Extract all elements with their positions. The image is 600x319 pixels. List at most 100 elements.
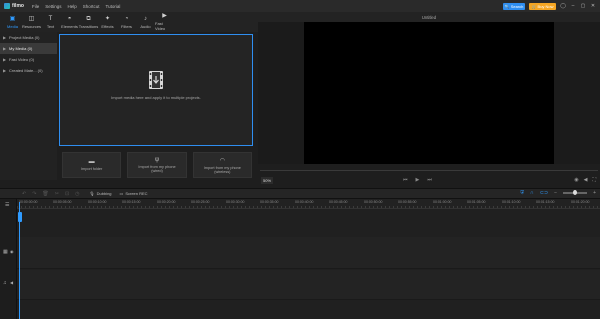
tab-resources[interactable]: ◫ Resources	[22, 12, 41, 32]
tree-item-project-media[interactable]: ▶ Project Media (0)	[0, 32, 57, 43]
menu-file[interactable]: File	[32, 4, 39, 9]
tab-label: Text	[46, 23, 55, 29]
tab-label: Resources	[21, 23, 42, 29]
tab-text[interactable]: T Text	[41, 12, 60, 32]
menu-help[interactable]: Help	[67, 4, 76, 9]
ruler-label: 00:00:45:00	[329, 200, 348, 204]
button-label: Import from my phone (wired)	[138, 165, 176, 173]
menu-settings[interactable]: Settings	[45, 4, 61, 9]
zoom-out-icon[interactable]: −	[554, 190, 557, 196]
speed-icon[interactable]: ◷	[75, 191, 79, 197]
previous-frame-icon[interactable]: ⏮	[403, 177, 408, 183]
user-icon[interactable]: ◯	[560, 3, 566, 9]
screen-rec-label: Screen REC	[125, 191, 148, 196]
expand-arrow-icon[interactable]: ▶	[3, 57, 7, 62]
record-icon: ▭	[119, 191, 124, 196]
preview-scrub-bar[interactable]	[260, 170, 598, 171]
effects-icon: ✦	[104, 15, 111, 22]
ruler-label: 00:01:00:00	[433, 200, 452, 204]
filters-icon: ◔	[124, 15, 129, 22]
search-button[interactable]: 🔍 Search	[503, 2, 525, 10]
edit-toolbar: ↶ ↷ 🗑 ✂ ⊡ ◷ 🎙 Dubbing ▭ Screen REC ⛨ ∩ ⊂⊃ …	[0, 188, 600, 199]
film-import-icon	[149, 70, 163, 89]
snapshot-icon[interactable]: ◉	[574, 177, 578, 183]
tab-elements[interactable]: ◓ Elements	[60, 12, 79, 32]
magnet-icon[interactable]: ∩	[530, 190, 534, 196]
app-logo: filmo	[4, 3, 24, 9]
ruler-label: 00:00:25:00	[191, 200, 210, 204]
next-frame-icon[interactable]: ⏭	[427, 177, 432, 183]
tab-effects[interactable]: ✦ Effects	[98, 12, 117, 32]
redo-icon[interactable]: ↷	[32, 191, 36, 197]
expand-arrow-icon[interactable]: ▶	[3, 35, 7, 40]
ruler-label: 00:00:10:00	[88, 200, 107, 204]
split-icon[interactable]: ✂	[55, 191, 59, 197]
playhead-handle[interactable]	[17, 212, 22, 222]
ruler-label: 00:01:05:00	[467, 200, 486, 204]
dubbing-label: Dubbing	[96, 191, 112, 196]
tree-item-my-media[interactable]: ▶ My Media (0)	[0, 43, 57, 54]
import-folder-button[interactable]: ▬ Import folder	[62, 152, 122, 178]
tree-item-created-material[interactable]: ▶ Created Mate... (0)	[0, 65, 57, 76]
ruler-label: 00:00:55:00	[398, 200, 417, 204]
ruler-label: 00:00:15:00	[122, 200, 141, 204]
fullscreen-icon[interactable]: ⛶	[592, 177, 596, 183]
video-track-icon: ▦	[3, 249, 8, 255]
tab-transitions[interactable]: ⧉ Transitions	[79, 12, 98, 32]
expand-arrow-icon[interactable]: ▶	[3, 46, 7, 51]
elements-icon: ◓	[67, 15, 72, 22]
buy-now-button[interactable]: 🛒 Buy Now	[529, 2, 556, 10]
tab-audio[interactable]: ♪ Audio	[136, 12, 155, 32]
import-drop-zone[interactable]: Import media here and apply it to multip…	[59, 34, 253, 146]
ruler-label: 00:01:15:00	[536, 200, 555, 204]
tree-item-fast-video[interactable]: ▶ Fast Video (0)	[0, 54, 57, 65]
link-icon[interactable]: ⊂⊃	[540, 190, 548, 196]
search-button-label: Search	[510, 3, 524, 9]
zoom-select[interactable]: 50%	[261, 177, 274, 184]
import-phone-wired-button[interactable]: ψ Import from my phone (wired)	[127, 152, 187, 178]
timeline: ☰ ▦ ◉ ♫ ◀ 00:00:00:00 00:00:05:00 00:00:…	[0, 199, 600, 319]
tab-media[interactable]: ▣ Media	[3, 12, 22, 32]
media-icon: ▣	[9, 15, 16, 22]
tab-fast-video[interactable]: ▶ Fast Video	[155, 12, 174, 32]
maximize-icon[interactable]: ▢	[580, 3, 586, 9]
tab-label: Effects	[101, 23, 114, 29]
speaker-icon[interactable]: ◀	[10, 280, 13, 285]
button-label: Import from my phone (wireless)	[203, 165, 241, 174]
video-track[interactable]	[17, 237, 600, 269]
tree-item-label: Created Mate... (0)	[9, 68, 43, 73]
folder-icon: ▬	[88, 159, 95, 165]
eye-icon[interactable]: ◉	[10, 249, 14, 254]
edit-tools: ↶ ↷ 🗑 ✂ ⊡ ◷	[22, 191, 80, 197]
minimize-icon[interactable]: –	[570, 3, 576, 9]
audio-track[interactable]	[17, 270, 600, 300]
menu-shortcut[interactable]: Shortcut	[83, 4, 100, 9]
ruler-label: 00:00:50:00	[364, 200, 383, 204]
shield-icon[interactable]: ⛨	[520, 190, 524, 196]
media-tree: ▶ Project Media (0) ▶ My Media (0) ▶ Fast V…	[0, 32, 57, 180]
zoom-in-icon[interactable]: +	[593, 190, 596, 196]
screen-rec-button[interactable]: ▭ Screen REC	[120, 191, 148, 196]
volume-icon[interactable]: ◀	[584, 177, 588, 183]
dubbing-button[interactable]: 🎙 Dubbing	[90, 191, 112, 196]
tab-filters[interactable]: ◔ Filters	[117, 12, 136, 32]
menu-icon[interactable]: ☰	[5, 202, 9, 208]
import-hint-text: Import media here and apply it to multip…	[111, 94, 201, 100]
crop-icon[interactable]: ⊡	[65, 191, 69, 197]
resources-icon: ◫	[28, 15, 35, 22]
timeline-zoom-slider[interactable]	[563, 190, 588, 195]
menu-tutorial[interactable]: Tutorial	[106, 4, 121, 9]
ruler-label: 00:00:30:00	[226, 200, 245, 204]
ruler-label: 00:01:20:00	[571, 200, 590, 204]
expand-arrow-icon[interactable]: ▶	[3, 68, 7, 73]
fast-video-icon: ▶	[162, 13, 167, 19]
close-icon[interactable]: ✕	[590, 3, 596, 9]
tree-item-label: My Media (0)	[9, 46, 33, 51]
play-icon[interactable]: ▶	[416, 177, 420, 183]
delete-icon[interactable]: 🗑	[42, 191, 48, 197]
import-phone-wireless-button[interactable]: ◠ Import from my phone (wireless)	[192, 152, 252, 178]
undo-icon[interactable]: ↶	[22, 191, 26, 197]
preview-title: Untitled	[258, 12, 600, 22]
ruler-label: 00:00:40:00	[295, 200, 314, 204]
time-ruler[interactable]: 00:00:00:00 00:00:05:00 00:00:10:00 00:0…	[17, 199, 600, 209]
